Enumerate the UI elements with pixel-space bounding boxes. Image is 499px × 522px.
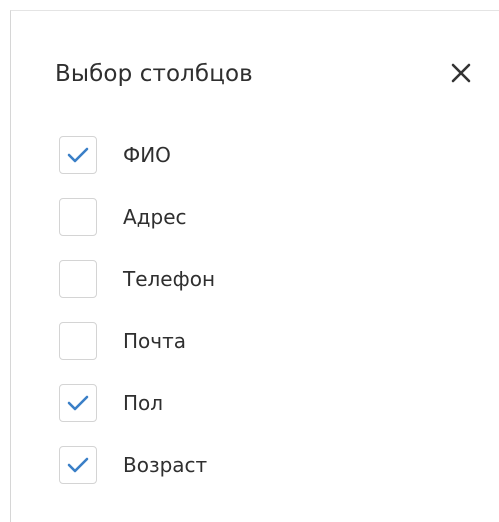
check-icon xyxy=(67,147,89,163)
column-checkbox-age[interactable] xyxy=(59,446,97,484)
column-checkbox-gender[interactable] xyxy=(59,384,97,422)
column-item-fio[interactable]: ФИО xyxy=(59,136,215,174)
close-icon xyxy=(451,63,471,83)
column-picker-panel: Выбор столбцов ФИО Адрес Телефон Почта П… xyxy=(10,10,499,522)
panel-header: Выбор столбцов xyxy=(55,53,475,103)
column-item-phone[interactable]: Телефон xyxy=(59,260,215,298)
panel-title: Выбор столбцов xyxy=(55,61,253,87)
column-label-email: Почта xyxy=(123,329,186,353)
column-label-address: Адрес xyxy=(123,205,187,229)
column-item-email[interactable]: Почта xyxy=(59,322,215,360)
check-icon xyxy=(67,395,89,411)
column-item-gender[interactable]: Пол xyxy=(59,384,215,422)
check-icon xyxy=(67,457,89,473)
column-label-gender: Пол xyxy=(123,391,164,415)
column-checkbox-email[interactable] xyxy=(59,322,97,360)
close-button[interactable] xyxy=(447,59,475,87)
column-label-phone: Телефон xyxy=(123,267,216,291)
column-item-address[interactable]: Адрес xyxy=(59,198,215,236)
column-label-fio: ФИО xyxy=(123,143,171,167)
column-label-age: Возраст xyxy=(123,453,208,477)
column-checkbox-address[interactable] xyxy=(59,198,97,236)
column-list: ФИО Адрес Телефон Почта Пол Возраст xyxy=(59,136,215,508)
column-item-age[interactable]: Возраст xyxy=(59,446,215,484)
column-checkbox-phone[interactable] xyxy=(59,260,97,298)
column-checkbox-fio[interactable] xyxy=(59,136,97,174)
